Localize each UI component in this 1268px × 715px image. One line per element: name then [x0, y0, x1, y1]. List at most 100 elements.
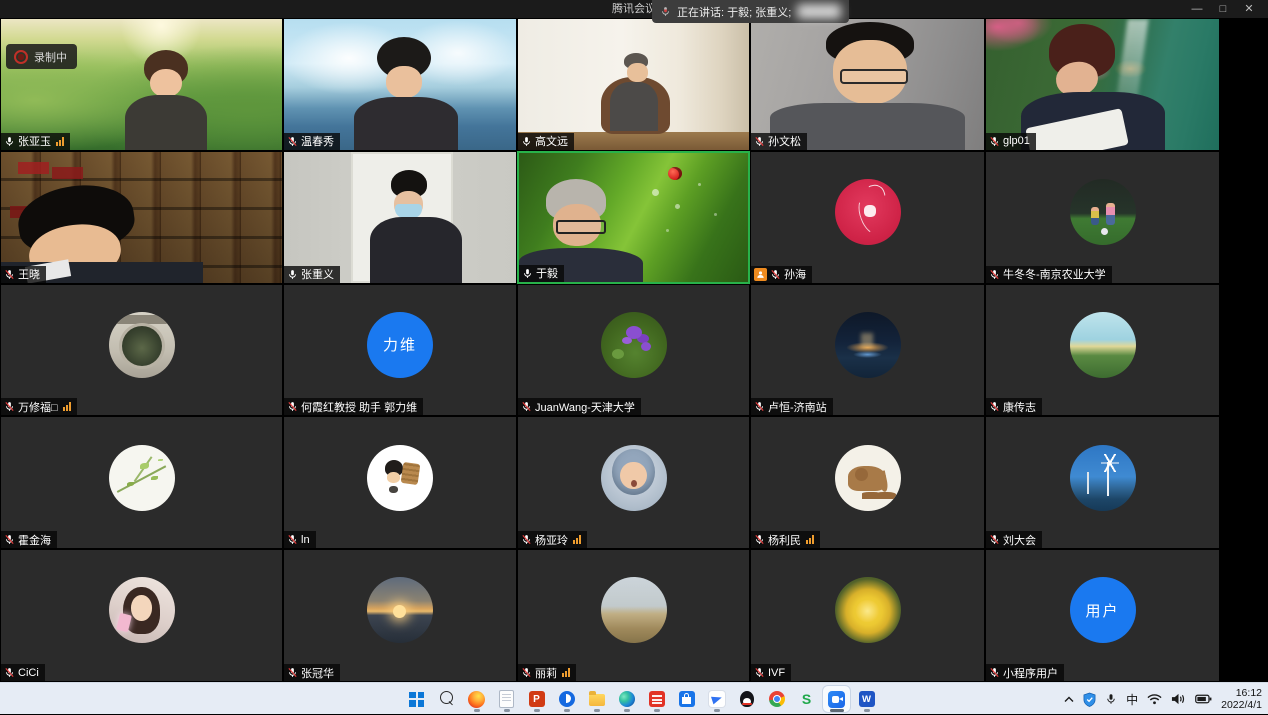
participant-name: 霍金海 [18, 532, 51, 548]
participant-label: JuanWang-天津大学 [518, 398, 641, 415]
participant-tile[interactable]: 张冠华 [283, 549, 517, 682]
participant-tile[interactable]: IVF [750, 549, 985, 682]
participant-label: 张重义 [284, 266, 340, 283]
blurred-speaker-name [797, 4, 841, 19]
participant-tile[interactable]: ln [283, 416, 517, 549]
participant-tile[interactable]: 霍金海 [0, 416, 283, 549]
participant-name: 张冠华 [301, 665, 334, 681]
edge-button[interactable] [613, 686, 640, 712]
video-feed [986, 19, 1219, 150]
participant-name: 何霞红教授 助手 郭力维 [301, 399, 417, 415]
participant-tile[interactable]: 刘大会 [985, 416, 1220, 549]
participant-tile[interactable]: 温春秀 [283, 18, 517, 151]
qq-button[interactable] [733, 686, 760, 712]
tencent-meeting-button[interactable] [823, 686, 850, 712]
avatar [835, 445, 901, 511]
participant-tile[interactable]: 丽莉 [517, 549, 750, 682]
firefox-button[interactable] [463, 686, 490, 712]
security-shield-icon[interactable] [1083, 692, 1096, 707]
participant-name: glp01 [1003, 135, 1030, 147]
participant-tile[interactable]: 孙海 [750, 151, 985, 284]
network-signal-icon [63, 402, 71, 411]
participant-tile[interactable]: CiCi [0, 549, 283, 682]
notepad-button[interactable] [493, 686, 520, 712]
participant-label: 温春秀 [284, 133, 340, 150]
hidden-icons-chevron[interactable] [1064, 696, 1074, 703]
clock-time: 16:12 [1221, 687, 1262, 699]
participant-label: 张冠华 [284, 664, 340, 681]
wifi-icon[interactable] [1147, 693, 1162, 705]
mic-muted-icon [989, 534, 1000, 545]
avatar [601, 312, 667, 378]
windows-taskbar: P S W 中 16:12 2022/4/1 [0, 682, 1268, 714]
participant-name: IVF [768, 667, 785, 679]
participant-name: JuanWang-天津大学 [535, 399, 635, 415]
avatar [109, 577, 175, 643]
participant-tile[interactable]: 孙文松 [750, 18, 985, 151]
network-signal-icon [806, 535, 814, 544]
participant-tile-active-speaker[interactable]: 于毅 [517, 151, 750, 284]
participant-tile[interactable]: 康传志 [985, 284, 1220, 417]
participant-tile[interactable]: 万修福□ [0, 284, 283, 417]
avatar [1070, 312, 1136, 378]
participant-name: 牛冬冬-南京农业大学 [1003, 266, 1106, 282]
red-chinese-app-button[interactable] [643, 686, 670, 712]
participant-tile[interactable]: JuanWang-天津大学 [517, 284, 750, 417]
participant-tile[interactable]: glp01 [985, 18, 1220, 151]
volume-icon[interactable] [1171, 693, 1186, 705]
edge-icon [619, 691, 635, 707]
participant-tile[interactable]: 高文远 [517, 18, 750, 151]
participant-tile[interactable]: 杨利民 [750, 416, 985, 549]
tray-mic-icon[interactable] [1105, 692, 1117, 706]
taskbar-clock[interactable]: 16:12 2022/4/1 [1221, 687, 1262, 711]
participant-name: 杨亚玲 [535, 532, 568, 548]
participant-tile[interactable]: 张亚玉 [0, 18, 283, 151]
search-button[interactable] [433, 686, 460, 712]
firefox-icon [468, 691, 485, 708]
minimize-button[interactable]: — [1184, 0, 1210, 18]
video-feed [518, 19, 749, 150]
participant-grid: 张亚玉 温春秀 高文远 孙文松 glp01 [0, 18, 1220, 682]
participant-tile[interactable]: 力维 何霞红教授 助手 郭力维 [283, 284, 517, 417]
participant-label: 杨亚玲 [518, 531, 587, 548]
word-icon: W [859, 691, 875, 707]
ime-indicator[interactable]: 中 [1126, 691, 1138, 708]
video-feed [519, 153, 748, 282]
participant-label: 于毅 [519, 265, 564, 282]
mic-muted-icon [754, 401, 765, 412]
close-button[interactable]: ✕ [1236, 0, 1262, 18]
participant-name: 万修福□ [18, 399, 58, 415]
participant-name: 于毅 [536, 265, 558, 281]
powerpoint-button[interactable]: P [523, 686, 550, 712]
green-s-app-button[interactable]: S [793, 686, 820, 712]
participant-label: 杨利民 [751, 531, 820, 548]
participant-name: 刘大会 [1003, 532, 1036, 548]
participant-name: 卢恒-济南站 [768, 399, 827, 415]
participant-tile[interactable]: 牛冬冬-南京农业大学 [985, 151, 1220, 284]
mic-muted-icon [287, 136, 298, 147]
mic-muted-icon [989, 401, 1000, 412]
avatar [601, 445, 667, 511]
microsoft-store-button[interactable] [673, 686, 700, 712]
blue-round-app-button[interactable] [553, 686, 580, 712]
bird-app-button[interactable] [703, 686, 730, 712]
network-signal-icon [562, 668, 570, 677]
chrome-button[interactable] [763, 686, 790, 712]
participant-tile[interactable]: 卢恒-济南站 [750, 284, 985, 417]
participant-tile[interactable]: 用户 小程序用户 [985, 549, 1220, 682]
participant-name: 高文远 [535, 133, 568, 149]
maximize-button[interactable]: □ [1210, 0, 1236, 18]
word-button[interactable]: W [853, 686, 880, 712]
participant-tile[interactable]: 王晓 [0, 151, 283, 284]
recording-indicator[interactable]: 录制中 [6, 44, 77, 69]
start-button[interactable] [403, 686, 430, 712]
battery-icon[interactable] [1195, 694, 1212, 704]
participant-tile[interactable]: 杨亚玲 [517, 416, 750, 549]
participant-name: 王晓 [18, 266, 40, 282]
mic-muted-icon [4, 534, 15, 545]
file-explorer-button[interactable] [583, 686, 610, 712]
mic-muted-icon [754, 136, 765, 147]
recording-label: 录制中 [34, 49, 67, 65]
participant-tile[interactable]: 张重义 [283, 151, 517, 284]
blue-round-app-icon [559, 691, 575, 707]
